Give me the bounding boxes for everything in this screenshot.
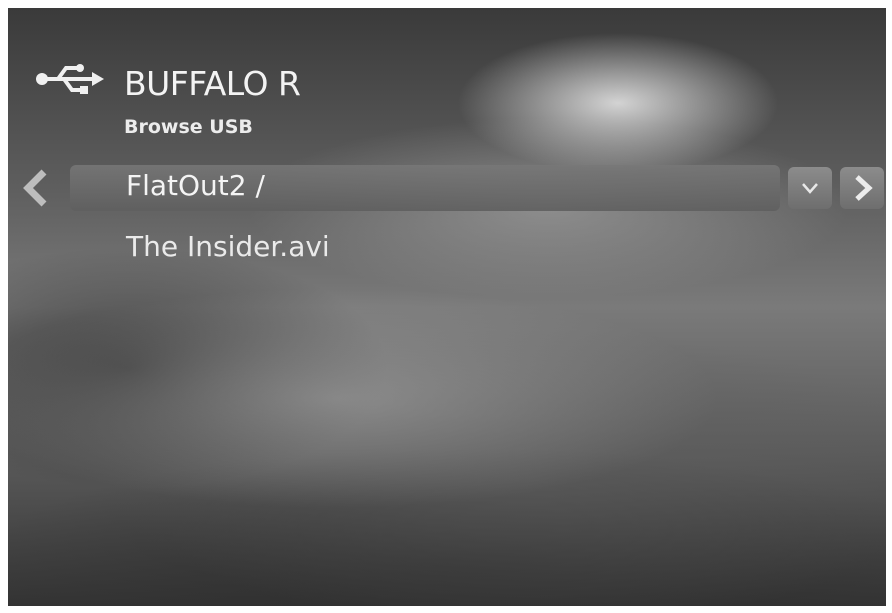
media-browser-screen: BUFFALO R Browse USB FlatOut2 / The Insi… (8, 8, 886, 606)
chevron-down-icon (802, 183, 818, 194)
usb-icon (36, 64, 104, 94)
file-list: The Insider.avi (126, 224, 330, 270)
device-title: BUFFALO R (124, 64, 301, 103)
current-path-label: FlatOut2 / (126, 169, 265, 202)
path-dropdown-button[interactable] (788, 167, 832, 209)
forward-button[interactable] (840, 167, 884, 209)
back-button[interactable] (16, 166, 56, 210)
file-list-item[interactable]: The Insider.avi (126, 224, 330, 270)
chevron-left-icon (23, 169, 47, 207)
chevron-right-icon (855, 175, 873, 201)
device-subtitle: Browse USB (124, 116, 253, 138)
current-path-bar[interactable]: FlatOut2 / (70, 165, 780, 211)
